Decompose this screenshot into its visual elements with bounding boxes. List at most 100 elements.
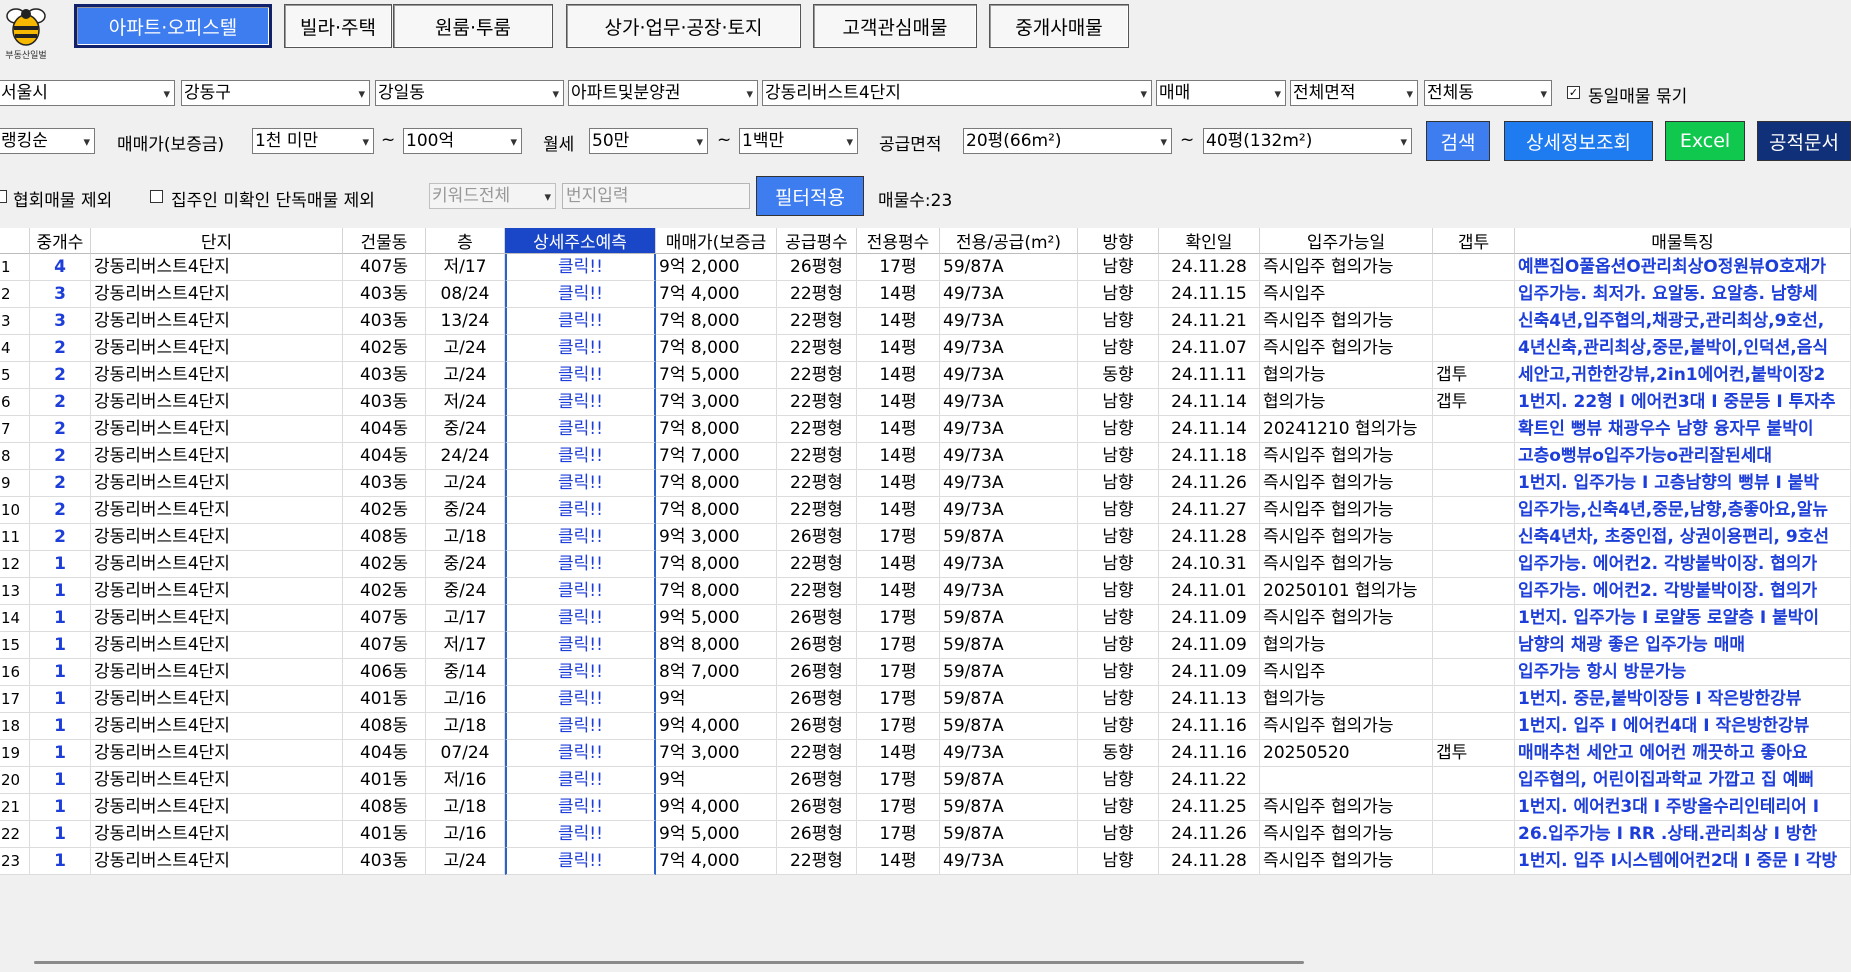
supply-max-select[interactable]: 40평(132m²) ▾ [1203, 128, 1412, 154]
apply-filter-button[interactable]: 필터적용 [756, 176, 864, 216]
header-broker-count[interactable]: 중개수 [30, 228, 91, 254]
chevron-down-icon: ▾ [552, 87, 559, 102]
table-row[interactable]: 7 2 강동리버스트4단지 404동 중/24 클릭!! 7억 8,000 22평형 14평 49… [0, 416, 1851, 443]
rent-min-select[interactable]: 50만 ▾ [589, 128, 708, 154]
table-row[interactable]: 18 1 강동리버스트4단지 408동 고/18 클릭!! 9억 4,000 26평형 17평 5… [0, 713, 1851, 740]
header-move-in[interactable]: 입주가능일 [1260, 228, 1433, 254]
cell-address-predict[interactable]: 클릭!! [505, 605, 656, 632]
cell-address-predict[interactable]: 클릭!! [505, 470, 656, 497]
docs-button[interactable]: 공적문서 [1757, 121, 1851, 161]
tab-commercial[interactable]: 상가·업무·공장·토지 [566, 4, 801, 48]
header-exclusive-pyeong[interactable]: 전용평수 [857, 228, 940, 254]
table-row[interactable]: 17 1 강동리버스트4단지 401동 고/16 클릭!! 9억 26평형 17평 59/87A 남… [0, 686, 1851, 713]
table-row[interactable]: 22 1 강동리버스트4단지 401동 고/16 클릭!! 9억 5,000 26평형 17평 5… [0, 821, 1851, 848]
header-gap[interactable]: 갭투 [1433, 228, 1515, 254]
supply-min-select[interactable]: 20평(66m²) ▾ [963, 128, 1172, 154]
table-row[interactable]: 20 1 강동리버스트4단지 401동 저/16 클릭!! 9억 26평형 17평 59/87A 남… [0, 767, 1851, 794]
cell-address-predict[interactable]: 클릭!! [505, 308, 656, 335]
detail-button[interactable]: 상세정보조회 [1504, 121, 1653, 161]
cell-address-predict[interactable]: 클릭!! [505, 335, 656, 362]
cell-supply-pyeong: 22평형 [777, 551, 857, 578]
cell-address-predict[interactable]: 클릭!! [505, 443, 656, 470]
excel-button[interactable]: Excel [1665, 121, 1745, 161]
price-max-select[interactable]: 100억 ▾ [403, 128, 522, 154]
cell-address-predict[interactable]: 클릭!! [505, 497, 656, 524]
scrollbar-thumb[interactable] [34, 961, 1304, 964]
table-row[interactable]: 16 1 강동리버스트4단지 406동 중/14 클릭!! 8억 7,000 26평형 17평 5… [0, 659, 1851, 686]
header-direction[interactable]: 방향 [1078, 228, 1159, 254]
cell-exclusive-pyeong: 17평 [857, 632, 940, 659]
city-select[interactable]: 서울시 ▾ [0, 80, 175, 106]
group-checkbox[interactable]: ✓ [1567, 86, 1580, 99]
table-row[interactable]: 6 2 강동리버스트4단지 403동 저/24 클릭!! 7억 3,000 22평형 14평 49… [0, 389, 1851, 416]
cell-address-predict[interactable]: 클릭!! [505, 416, 656, 443]
cell-address-predict[interactable]: 클릭!! [505, 794, 656, 821]
table-row[interactable]: 15 1 강동리버스트4단지 407동 저/17 클릭!! 8억 8,000 26평형 17평 5… [0, 632, 1851, 659]
cell-address-predict[interactable]: 클릭!! [505, 281, 656, 308]
header-building[interactable]: 건물동 [343, 228, 426, 254]
table-row[interactable]: 8 2 강동리버스트4단지 404동 24/24 클릭!! 7억 7,000 22평형 14평 4… [0, 443, 1851, 470]
cell-floor: 고/24 [426, 470, 505, 497]
header-features[interactable]: 매물특징 [1515, 228, 1851, 254]
cell-address-predict[interactable]: 클릭!! [505, 713, 656, 740]
cell-address-predict[interactable]: 클릭!! [505, 551, 656, 578]
tab-villa[interactable]: 빌라·주택 [284, 4, 392, 48]
cell-gap [1433, 659, 1515, 686]
cell-address-predict[interactable]: 클릭!! [505, 767, 656, 794]
cell-address-predict[interactable]: 클릭!! [505, 848, 656, 875]
cell-address-predict[interactable]: 클릭!! [505, 254, 656, 281]
header-floor[interactable]: 층 [426, 228, 505, 254]
table-row[interactable]: 21 1 강동리버스트4단지 408동 고/18 클릭!! 9억 4,000 26평형 17평 5… [0, 794, 1851, 821]
category-select[interactable]: 아파트및분양권 ▾ [568, 80, 758, 106]
table-row[interactable]: 9 2 강동리버스트4단지 403동 고/24 클릭!! 7억 8,000 22평형 14평 49… [0, 470, 1851, 497]
cell-address-predict[interactable]: 클릭!! [505, 632, 656, 659]
cell-address-predict[interactable]: 클릭!! [505, 740, 656, 767]
header-complex[interactable]: 단지 [91, 228, 343, 254]
tab-favorites[interactable]: 고객관심매물 [813, 4, 977, 48]
table-row[interactable]: 1 4 강동리버스트4단지 407동 저/17 클릭!! 9억 2,000 26평형 17평 59… [0, 254, 1851, 281]
table-row[interactable]: 23 1 강동리버스트4단지 403동 고/24 클릭!! 7억 4,000 22평형 14평 4… [0, 848, 1851, 875]
table-row[interactable]: 14 1 강동리버스트4단지 407동 고/17 클릭!! 9억 5,000 26평형 17평 5… [0, 605, 1851, 632]
table-row[interactable]: 3 3 강동리버스트4단지 403동 13/24 클릭!! 7억 8,000 22평형 14평 4… [0, 308, 1851, 335]
header-price[interactable]: 매매가(보증금 [656, 228, 777, 254]
table-row[interactable]: 13 1 강동리버스트4단지 402동 중/24 클릭!! 7억 8,000 22평형 14평 4… [0, 578, 1851, 605]
cell-address-predict[interactable]: 클릭!! [505, 578, 656, 605]
dong-select[interactable]: 강일동 ▾ [375, 80, 564, 106]
table-row[interactable]: 12 1 강동리버스트4단지 402동 중/24 클릭!! 7억 8,000 22평형 14평 4… [0, 551, 1851, 578]
price-min-select[interactable]: 1천 미만 ▾ [252, 128, 374, 154]
header-supply-pyeong[interactable]: 공급평수 [777, 228, 857, 254]
cell-price: 7억 3,000 [656, 740, 777, 767]
tab-apartment[interactable]: 아파트·오피스텔 [74, 4, 272, 48]
exclude-unverified-checkbox[interactable] [150, 190, 163, 203]
cell-address-predict[interactable]: 클릭!! [505, 524, 656, 551]
area-select[interactable]: 전체면적 ▾ [1290, 80, 1418, 106]
cell-address-predict[interactable]: 클릭!! [505, 686, 656, 713]
table-row[interactable]: 4 2 강동리버스트4단지 402동 고/24 클릭!! 7억 8,000 22평형 14평 49… [0, 335, 1851, 362]
header-area-m2[interactable]: 전용/공급(m²) [940, 228, 1078, 254]
deal-select[interactable]: 매매 ▾ [1156, 80, 1286, 106]
tab-agent[interactable]: 중개사매물 [989, 4, 1129, 48]
district-select[interactable]: 강동구 ▾ [181, 80, 370, 106]
sort-select[interactable]: 랭킹순 ▾ [0, 128, 95, 154]
table-row[interactable]: 11 2 강동리버스트4단지 408동 고/18 클릭!! 9억 3,000 26평형 17평 5… [0, 524, 1851, 551]
table-row[interactable]: 5 2 강동리버스트4단지 403동 고/24 클릭!! 7억 5,000 22평형 14평 49… [0, 362, 1851, 389]
cell-move-in: 20250520 [1260, 740, 1433, 767]
table-row[interactable]: 19 1 강동리버스트4단지 404동 07/24 클릭!! 7억 3,000 22평형 14평… [0, 740, 1851, 767]
building-select[interactable]: 전체동 ▾ [1424, 80, 1552, 106]
exclude-assoc-checkbox[interactable] [0, 190, 7, 203]
complex-select[interactable]: 강동리버스트4단지 ▾ [762, 80, 1152, 106]
cell-building: 406동 [343, 659, 426, 686]
table-row[interactable]: 2 3 강동리버스트4단지 403동 08/24 클릭!! 7억 4,000 22평형 14평 4… [0, 281, 1851, 308]
cell-address-predict[interactable]: 클릭!! [505, 389, 656, 416]
cell-address-predict[interactable]: 클릭!! [505, 659, 656, 686]
cell-address-predict[interactable]: 클릭!! [505, 821, 656, 848]
keyword-select[interactable]: 키워드전체 ▾ [429, 183, 556, 209]
header-confirmed-date[interactable]: 확인일 [1159, 228, 1260, 254]
search-button[interactable]: 검색 [1426, 121, 1490, 161]
rent-max-select[interactable]: 1백만 ▾ [739, 128, 858, 154]
lot-input[interactable]: 번지입력 [562, 183, 750, 209]
tab-oneroom[interactable]: 원룸·투룸 [393, 4, 553, 48]
header-address-predict[interactable]: 상세주소예측 [505, 228, 656, 254]
table-row[interactable]: 10 2 강동리버스트4단지 402동 중/24 클릭!! 7억 8,000 22평형 14평 4… [0, 497, 1851, 524]
cell-address-predict[interactable]: 클릭!! [505, 362, 656, 389]
